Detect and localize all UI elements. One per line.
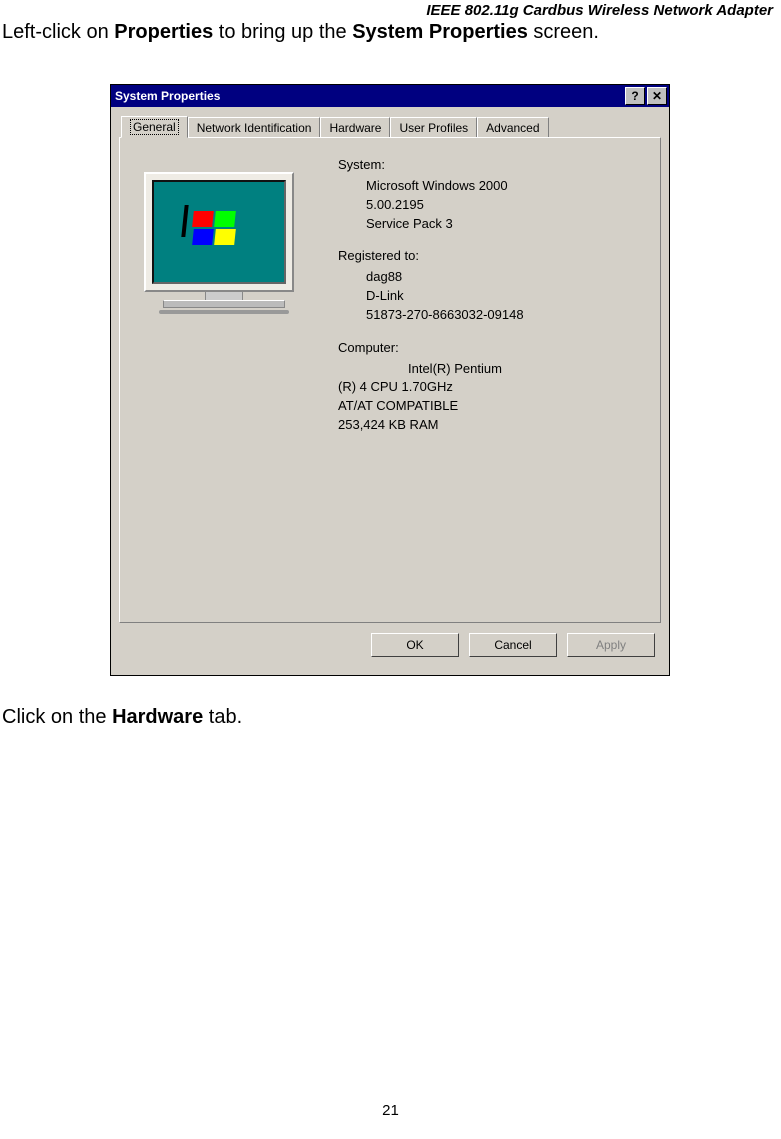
registered-label: Registered to: — [338, 247, 648, 266]
text: to bring up the — [213, 21, 352, 43]
dialog-title: System Properties — [115, 89, 623, 103]
system-sp: Service Pack 3 — [338, 215, 648, 234]
instruction-line-1: Left-click on Properties to bring up the… — [0, 21, 781, 44]
text: tab. — [203, 706, 242, 728]
tab-label: User Profiles — [399, 121, 468, 135]
monitor-illustration — [144, 172, 304, 322]
dialog-body: General Network Identification Hardware … — [111, 107, 669, 675]
registered-user: dag88 — [338, 268, 648, 287]
computer-group: Computer: Intel(R) Pentium (R) 4 CPU 1.7… — [338, 339, 648, 435]
text: Left-click on — [2, 21, 114, 43]
tab-label: General — [130, 119, 179, 135]
tab-advanced[interactable]: Advanced — [477, 117, 548, 138]
registered-group: Registered to: dag88 D-Link 51873-270-86… — [338, 247, 648, 324]
computer-cpu2: (R) 4 CPU 1.70GHz — [338, 378, 648, 397]
titlebar: System Properties ? ✕ — [111, 85, 669, 107]
tab-label: Hardware — [329, 121, 381, 135]
tabpanel-general: System: Microsoft Windows 2000 5.00.2195… — [119, 137, 661, 623]
computer-label: Computer: — [338, 339, 648, 358]
tab-hardware[interactable]: Hardware — [320, 117, 390, 138]
system-label: System: — [338, 156, 648, 175]
tabstrip: General Network Identification Hardware … — [119, 115, 661, 137]
system-os: Microsoft Windows 2000 — [338, 177, 648, 196]
registered-pid: 51873-270-8663032-09148 — [338, 306, 648, 325]
ok-button[interactable]: OK — [371, 633, 459, 657]
system-version: 5.00.2195 — [338, 196, 648, 215]
text-bold: Hardware — [112, 706, 203, 728]
help-icon: ? — [631, 89, 638, 103]
computer-cpu1: Intel(R) Pentium — [338, 360, 648, 379]
tab-user-profiles[interactable]: User Profiles — [390, 117, 477, 138]
dialog-button-row: OK Cancel Apply — [119, 623, 661, 667]
tab-label: Advanced — [486, 121, 539, 135]
registered-org: D-Link — [338, 287, 648, 306]
page-header: IEEE 802.11g Cardbus Wireless Network Ad… — [0, 2, 781, 19]
system-properties-dialog: System Properties ? ✕ General Network Id… — [110, 84, 670, 676]
system-group: System: Microsoft Windows 2000 5.00.2195… — [338, 156, 648, 233]
help-button[interactable]: ? — [625, 87, 645, 105]
tab-label: Network Identification — [197, 121, 312, 135]
windows-logo-icon — [193, 211, 245, 253]
computer-type: AT/AT COMPATIBLE — [338, 397, 648, 416]
text: screen. — [528, 21, 599, 43]
text: Click on the — [2, 706, 112, 728]
apply-button[interactable]: Apply — [567, 633, 655, 657]
text-bold: Properties — [114, 21, 213, 43]
instruction-line-2: Click on the Hardware tab. — [0, 706, 781, 729]
close-icon: ✕ — [652, 89, 662, 103]
computer-ram: 253,424 KB RAM — [338, 416, 648, 435]
tab-general[interactable]: General — [121, 116, 188, 138]
system-info: System: Microsoft Windows 2000 5.00.2195… — [338, 156, 648, 435]
close-button[interactable]: ✕ — [647, 87, 667, 105]
text-bold: System Properties — [352, 21, 528, 43]
tab-network-identification[interactable]: Network Identification — [188, 117, 321, 138]
cancel-button[interactable]: Cancel — [469, 633, 557, 657]
page-number: 21 — [0, 1102, 781, 1119]
